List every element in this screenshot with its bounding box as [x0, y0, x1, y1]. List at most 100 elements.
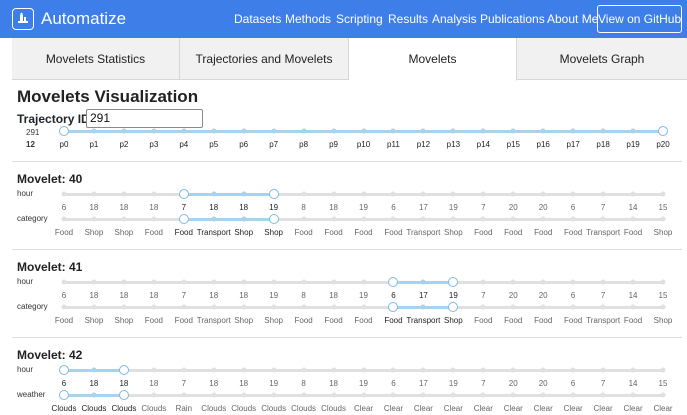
slider-step-dot [91, 128, 97, 134]
hour-value: 7 [600, 203, 606, 212]
slider-step-dot [660, 304, 666, 310]
slider-step-dot [301, 279, 307, 285]
nav-link-results[interactable]: Results [388, 12, 428, 26]
category-value: Transport [586, 228, 621, 237]
slider-step-dot [331, 128, 337, 134]
slider-step-dot [510, 392, 516, 398]
weather-value: Clouds [291, 404, 317, 413]
view-on-github-button[interactable]: View on GitHub [597, 5, 682, 33]
trajectory-point-label: p12 [416, 140, 431, 149]
category-value: Food [564, 228, 583, 237]
slider-step-dot [510, 216, 516, 222]
slider-step-dot [121, 128, 127, 134]
category-value: Food [144, 228, 163, 237]
hour-value: 20 [508, 291, 518, 300]
slider-step-dot [630, 191, 636, 197]
slider-handle[interactable] [178, 214, 189, 224]
category-value: Transport [406, 228, 441, 237]
hour-value: 8 [301, 379, 306, 388]
category-value: Food [534, 316, 553, 325]
slider-step-dot [91, 367, 97, 373]
slider-step-dot [570, 367, 576, 373]
hour-value: 18 [149, 291, 159, 300]
hour-value: 7 [181, 379, 187, 388]
nav-link-datasets[interactable]: Datasets [234, 12, 281, 26]
hour-value: 18 [209, 291, 219, 300]
nav-link-about-me[interactable]: About Me [547, 12, 598, 26]
trajectory-point-label: p4 [179, 140, 189, 149]
tab-trajectories-and-movelets[interactable]: Trajectories and Movelets [180, 38, 349, 80]
hour-value: 6 [570, 291, 576, 300]
slider-handle[interactable] [268, 214, 279, 224]
hour-value: 14 [628, 379, 638, 388]
trajectory-point-label: p7 [269, 140, 279, 149]
slider-step-dot [241, 367, 247, 373]
slider-step-dot [301, 304, 307, 310]
slider-handle[interactable] [118, 365, 129, 375]
slider-handle[interactable] [59, 365, 69, 375]
category-value: Shop [84, 228, 104, 237]
slider-step-dot [271, 128, 277, 134]
slider-handle[interactable] [448, 302, 459, 312]
slider-handle[interactable] [448, 277, 459, 287]
slider-step-dot [570, 191, 576, 197]
slider-handle[interactable] [388, 302, 399, 312]
slider-handle[interactable] [118, 390, 129, 400]
weather-value: Clouds [81, 404, 107, 413]
weather-value: Clear [503, 404, 523, 413]
trajectory-id-input[interactable]: 291 [86, 109, 203, 128]
nav-link-scripting[interactable]: Scripting [336, 12, 383, 26]
tab-bar: Movelets Statistics Trajectories and Mov… [12, 38, 687, 81]
slider-handle[interactable] [268, 189, 279, 199]
slider-handle[interactable] [178, 189, 189, 199]
slider-step-dot [480, 367, 486, 373]
slider-step-dot [331, 304, 337, 310]
slider-step-dot [271, 279, 277, 285]
category-value: Food [144, 316, 163, 325]
tab-movelets-statistics[interactable]: Movelets Statistics [12, 38, 180, 80]
weather-value: Clear [383, 404, 403, 413]
slider-step-dot [630, 128, 636, 134]
weather-value: Clouds [111, 404, 137, 413]
category-value: Shop [234, 316, 254, 325]
hour-value: 19 [359, 379, 368, 388]
weather-value: Clear [533, 404, 553, 413]
category-value: Food [294, 316, 313, 325]
slider-step-dot [121, 191, 127, 197]
category-value: Shop [264, 316, 283, 325]
nav-link-publications[interactable]: Publications [480, 12, 545, 26]
brand[interactable]: Automatize [12, 7, 126, 31]
slider-step-dot [570, 279, 576, 285]
slider-step-dot [600, 128, 606, 134]
hour-value: 18 [239, 203, 249, 212]
slider-handle[interactable] [59, 126, 69, 136]
slider-step-dot [241, 304, 247, 310]
slider-step-dot [540, 191, 546, 197]
slider-handle[interactable] [388, 277, 399, 287]
slider-selected-range [183, 192, 274, 196]
nav-link-methods[interactable]: Methods [285, 12, 331, 26]
tab-movelets[interactable]: Movelets [349, 38, 517, 81]
slider-step-dot [420, 304, 426, 310]
slider-step-dot [540, 392, 546, 398]
slider-step-dot [630, 216, 636, 222]
hour-value: 20 [508, 379, 518, 388]
slider-handle[interactable] [658, 126, 668, 136]
hour-value: 18 [239, 379, 249, 388]
tab-movelets-graph[interactable]: Movelets Graph [517, 38, 687, 80]
hour-value: 17 [418, 379, 428, 388]
slider-step-dot [630, 304, 636, 310]
slider-handle[interactable] [59, 390, 69, 400]
slider-step-dot [301, 367, 307, 373]
slider-step-dot [301, 128, 307, 134]
weather-value: Clear [353, 404, 374, 413]
trajectory-point-count: 12 [26, 140, 35, 149]
hour-value: 18 [209, 203, 219, 212]
movelet-title: Movelet: 41 [17, 260, 83, 274]
slider-step-dot [600, 216, 606, 222]
slider-step-dot [301, 216, 307, 222]
hour-value: 19 [448, 203, 458, 212]
nav-link-analysis[interactable]: Analysis [432, 12, 477, 26]
hour-value: 7 [181, 291, 187, 300]
slider-step-dot [510, 191, 516, 197]
